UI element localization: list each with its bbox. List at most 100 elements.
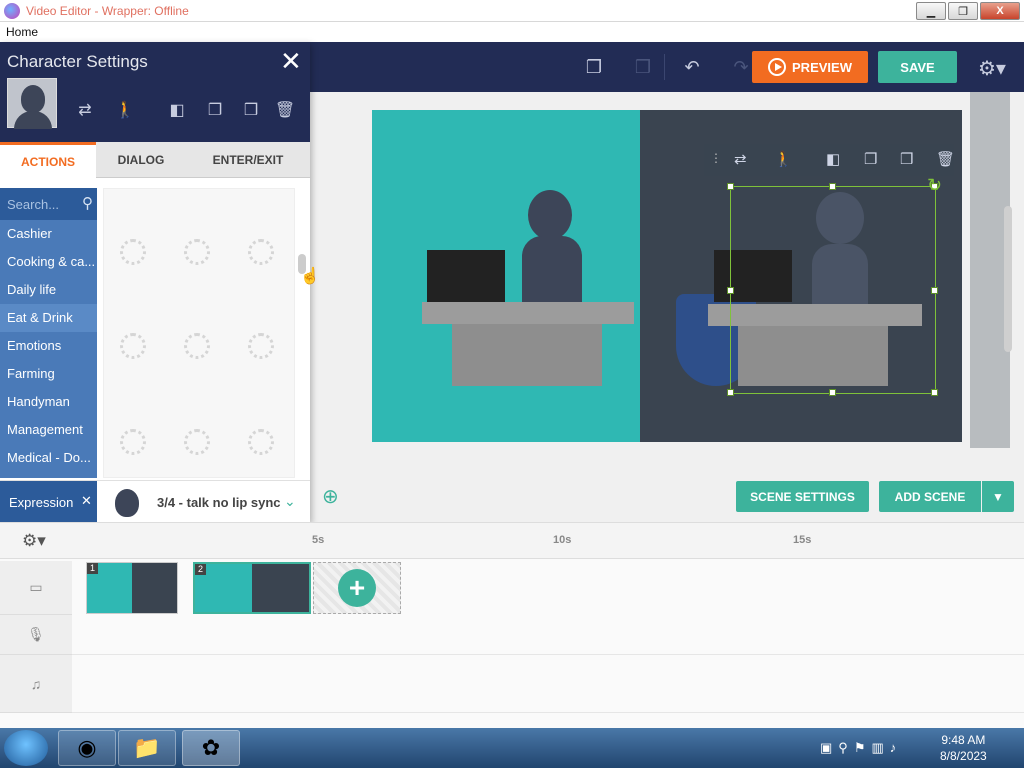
app-icon	[4, 3, 20, 19]
flip-icon[interactable]: ◧	[166, 100, 188, 122]
loading-spinner-icon	[120, 333, 146, 359]
start-button[interactable]	[4, 730, 48, 766]
tick-label: 5s	[312, 534, 325, 546]
loading-spinner-icon	[248, 333, 274, 359]
category-item[interactable]: Medical - Do...	[0, 444, 97, 472]
tray-flag-icon[interactable]: ⚑	[854, 740, 866, 756]
category-item[interactable]: Daily life	[0, 276, 97, 304]
monitor-left	[427, 250, 505, 302]
expression-bar: Expression ✕ 3/4 - talk no lip sync ⌄	[0, 480, 310, 523]
paste-icon[interactable]: ❒	[632, 56, 654, 78]
loading-spinner-icon	[184, 333, 210, 359]
character-body-left[interactable]	[522, 236, 582, 306]
swap-character-icon[interactable]: ⇄	[734, 150, 747, 168]
stage-scrollbar[interactable]	[1004, 206, 1012, 352]
redo-icon[interactable]: ↷	[730, 56, 752, 78]
walk-action-icon[interactable]: 🚶	[114, 100, 136, 122]
scene-thumbnail-selected[interactable]: 2	[193, 562, 311, 614]
walk-action-icon[interactable]: 🚶	[774, 150, 793, 168]
expression-value[interactable]: 3/4 - talk no lip sync	[157, 495, 281, 510]
maximize-button[interactable]: ❐	[948, 2, 978, 20]
video-track-label: ▭	[0, 561, 72, 615]
loading-spinner-icon	[120, 239, 146, 265]
scene-thumbnail[interactable]: 1	[86, 562, 178, 614]
explorer-taskbar-icon[interactable]: 📁	[118, 730, 176, 766]
tray-icon[interactable]: ▣	[820, 740, 832, 756]
copy-asset-icon[interactable]: ❐	[864, 150, 877, 168]
flip-icon[interactable]: ◧	[826, 150, 840, 168]
chevron-down-icon[interactable]: ⌄	[284, 493, 296, 510]
search-placeholder: Search...	[7, 197, 60, 212]
music-track[interactable]	[72, 655, 1024, 713]
swap-character-icon[interactable]: ⇄	[74, 100, 96, 122]
category-item[interactable]: Emotions	[0, 332, 97, 360]
drag-grip-icon[interactable]: ⋮	[710, 151, 722, 165]
zoom-in-icon[interactable]: ⊕	[322, 484, 339, 509]
close-button[interactable]: X	[980, 2, 1020, 20]
panel-tabs: ACTIONS DIALOG ENTER/EXIT	[0, 142, 310, 178]
panel-header: Character Settings ✕ ⇄ 🚶 ◧ ❐ ❒ 🗑	[0, 42, 310, 142]
plus-icon[interactable]: +	[338, 569, 376, 607]
network-icon[interactable]: ▥	[871, 740, 883, 756]
delete-icon[interactable]: 🗑	[936, 150, 955, 168]
category-search-input[interactable]: Search... ⚲	[0, 188, 97, 220]
delete-icon[interactable]: 🗑	[274, 100, 296, 122]
rotate-handle-icon[interactable]: ↻	[927, 175, 942, 196]
loading-spinner-icon	[248, 239, 274, 265]
loading-spinner-icon	[184, 429, 210, 455]
chrome-taskbar-icon[interactable]: ◉	[58, 730, 116, 766]
preview-button[interactable]: PREVIEW	[752, 51, 868, 83]
panel-close-icon[interactable]: ✕	[280, 46, 302, 77]
add-scene-dropdown-icon[interactable]: ▼	[982, 481, 1014, 512]
undo-icon[interactable]: ↶	[681, 56, 703, 78]
scene-canvas[interactable]: ↻ ⋮ ⇄ 🚶 ◧ ❐ ❒ 🗑	[372, 110, 962, 442]
scene-number: 2	[195, 564, 206, 575]
resize-handle[interactable]	[727, 183, 734, 190]
copy-icon[interactable]: ❐	[583, 56, 605, 78]
timeline-settings-icon[interactable]: ⚙▾	[22, 531, 46, 551]
add-scene-button[interactable]: ADD SCENE	[879, 481, 981, 512]
resize-handle[interactable]	[829, 389, 836, 396]
action-grid	[103, 188, 295, 478]
tab-dialog[interactable]: DIALOG	[96, 142, 186, 178]
character-head-left[interactable]	[528, 190, 572, 240]
resize-handle[interactable]	[931, 287, 938, 294]
category-item[interactable]: Cooking & ca...	[0, 248, 97, 276]
character-avatar[interactable]	[7, 78, 57, 129]
minimize-button[interactable]: ▁	[916, 2, 946, 20]
menu-home[interactable]: Home	[6, 25, 38, 39]
resize-handle[interactable]	[931, 389, 938, 396]
resize-handle[interactable]	[727, 287, 734, 294]
play-icon	[768, 58, 787, 76]
category-item-selected[interactable]: Eat & Drink	[0, 304, 97, 332]
tab-actions[interactable]: ACTIONS	[0, 142, 96, 178]
copy-asset-icon[interactable]: ❐	[204, 100, 226, 122]
resize-handle[interactable]	[829, 183, 836, 190]
menu-bar: Home	[0, 22, 1024, 42]
expression-face-icon	[115, 489, 139, 517]
scene-settings-button[interactable]: SCENE SETTINGS	[736, 481, 869, 512]
selection-box[interactable]: ↻	[727, 175, 942, 396]
tray-search-icon[interactable]: ⚲	[838, 740, 848, 756]
timeline: ⚙▾ 5s 10s 15s ▭ 🎙 ♫ 1 2 +	[0, 522, 1024, 728]
settings-gear-icon[interactable]: ⚙▾	[978, 56, 1006, 81]
resize-handle[interactable]	[727, 389, 734, 396]
category-item[interactable]: Farming	[0, 360, 97, 388]
search-icon[interactable]: ⚲	[82, 194, 93, 212]
clock[interactable]: 9:48 AM 8/8/2023	[940, 732, 987, 764]
add-scene-slot[interactable]: +	[313, 562, 401, 614]
loading-spinner-icon	[248, 429, 274, 455]
expression-clear-icon[interactable]: ✕	[81, 493, 92, 509]
expression-label-text: Expression	[9, 495, 74, 510]
paste-asset-icon[interactable]: ❒	[900, 150, 913, 168]
category-item[interactable]: Management	[0, 416, 97, 444]
voice-track[interactable]	[72, 615, 1024, 655]
tab-enter-exit[interactable]: ENTER/EXIT	[186, 142, 310, 178]
save-button[interactable]: SAVE	[878, 51, 957, 83]
music-track-label: ♫	[0, 655, 72, 713]
category-item[interactable]: Handyman	[0, 388, 97, 416]
volume-icon[interactable]: ♪	[890, 740, 897, 756]
paste-asset-icon[interactable]: ❒	[240, 100, 262, 122]
wrapper-taskbar-icon[interactable]: ✿	[182, 730, 240, 766]
category-item[interactable]: Cashier	[0, 220, 97, 248]
